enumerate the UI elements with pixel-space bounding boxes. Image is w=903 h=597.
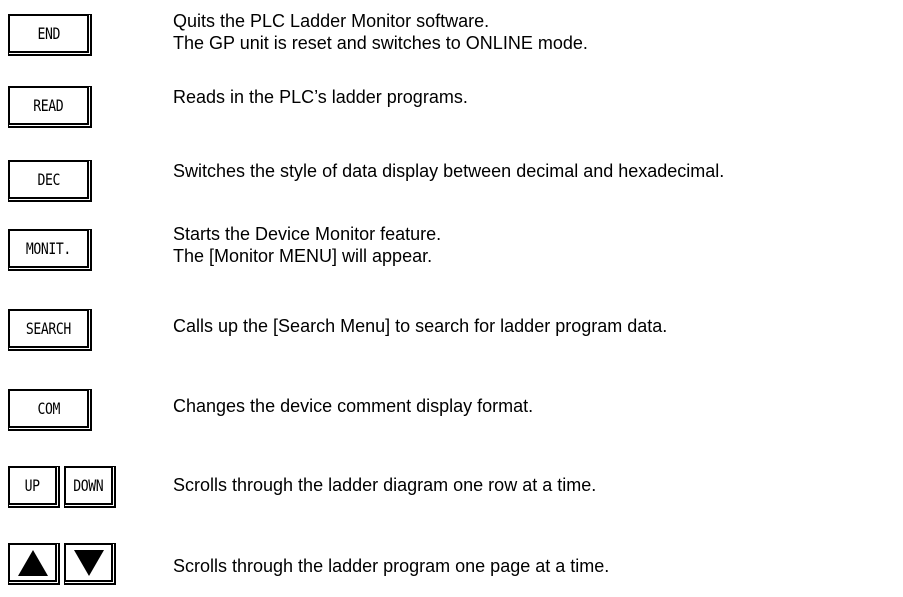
- com-key-button[interactable]: COM: [8, 389, 92, 431]
- description-line: Changes the device comment display forma…: [173, 396, 534, 416]
- key-group: [8, 543, 116, 585]
- description-line: Quits the PLC Ladder Monitor software.: [173, 11, 490, 31]
- monit-key-label: MONIT.: [26, 239, 71, 258]
- end-key-description: Quits the PLC Ladder Monitor software. T…: [173, 10, 588, 54]
- key-group: DEC: [8, 160, 92, 202]
- monit-key-description: Starts the Device Monitor feature. The […: [173, 223, 441, 267]
- up-down-keys-description: Scrolls through the ladder diagram one r…: [173, 474, 596, 496]
- description-line: Scrolls through the ladder program one p…: [173, 556, 610, 576]
- description-line: Scrolls through the ladder diagram one r…: [173, 475, 597, 495]
- read-key-description: Reads in the PLC’s ladder programs.: [173, 86, 468, 108]
- key-group: UP DOWN: [8, 466, 116, 508]
- dec-key-button[interactable]: DEC: [8, 160, 92, 202]
- description-line: Calls up the [Search Menu] to search for…: [173, 316, 668, 336]
- key-group: COM: [8, 389, 92, 431]
- page-arrow-keys-description: Scrolls through the ladder program one p…: [173, 555, 609, 577]
- read-key-label: READ: [33, 96, 64, 115]
- down-key-label: DOWN: [73, 476, 104, 495]
- description-line: The [Monitor MENU] will appear.: [173, 246, 433, 266]
- page-down-key-button[interactable]: [64, 543, 116, 585]
- end-key-label: END: [37, 24, 60, 43]
- description-line: Starts the Device Monitor feature.: [173, 224, 442, 244]
- page-up-key-button[interactable]: [8, 543, 60, 585]
- down-triangle-icon: [73, 549, 104, 576]
- end-key-button[interactable]: END: [8, 14, 92, 56]
- search-key-description: Calls up the [Search Menu] to search for…: [173, 315, 667, 337]
- dec-key-description: Switches the style of data display betwe…: [173, 160, 724, 182]
- key-group: END: [8, 14, 92, 56]
- key-group: READ: [8, 86, 92, 128]
- up-triangle-icon: [17, 549, 48, 576]
- down-key-button[interactable]: DOWN: [64, 466, 116, 508]
- search-key-button[interactable]: SEARCH: [8, 309, 92, 351]
- monit-key-button[interactable]: MONIT.: [8, 229, 92, 271]
- search-key-label: SEARCH: [26, 319, 71, 338]
- up-key-label: UP: [25, 476, 40, 495]
- dec-key-label: DEC: [37, 170, 60, 189]
- com-key-label: COM: [37, 399, 60, 418]
- description-line: The GP unit is reset and switches to ONL…: [173, 33, 588, 53]
- com-key-description: Changes the device comment display forma…: [173, 395, 533, 417]
- read-key-button[interactable]: READ: [8, 86, 92, 128]
- up-key-button[interactable]: UP: [8, 466, 60, 508]
- description-line: Switches the style of data display betwe…: [173, 161, 725, 181]
- key-group: MONIT.: [8, 229, 92, 271]
- description-line: Reads in the PLC’s ladder programs.: [173, 87, 468, 107]
- key-group: SEARCH: [8, 309, 92, 351]
